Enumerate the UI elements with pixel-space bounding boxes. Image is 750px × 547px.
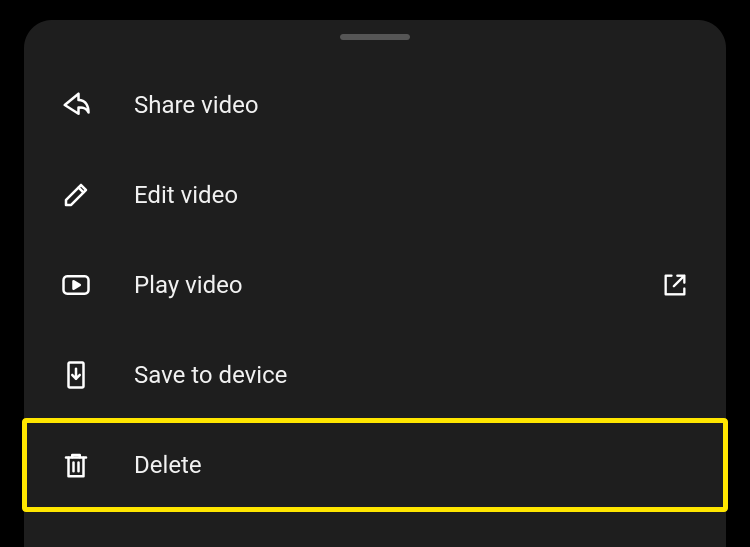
drag-handle[interactable] — [340, 34, 410, 40]
share-video-item[interactable]: Share video — [24, 60, 726, 150]
action-menu: Share video Edit video Play video — [24, 60, 726, 510]
play-video-item[interactable]: Play video — [24, 240, 726, 330]
save-to-device-item[interactable]: Save to device — [24, 330, 726, 420]
menu-item-label: Play video — [134, 271, 660, 299]
menu-item-label: Save to device — [134, 361, 690, 389]
open-external-icon — [660, 270, 690, 300]
delete-item[interactable]: Delete — [24, 420, 726, 510]
bottom-sheet: Share video Edit video Play video — [24, 20, 726, 547]
pencil-icon — [60, 179, 92, 211]
play-icon — [60, 269, 92, 301]
menu-item-label: Share video — [134, 91, 690, 119]
share-icon — [60, 89, 92, 121]
save-download-icon — [60, 359, 92, 391]
menu-item-label: Delete — [134, 451, 690, 479]
edit-video-item[interactable]: Edit video — [24, 150, 726, 240]
trash-icon — [60, 449, 92, 481]
menu-item-label: Edit video — [134, 181, 690, 209]
